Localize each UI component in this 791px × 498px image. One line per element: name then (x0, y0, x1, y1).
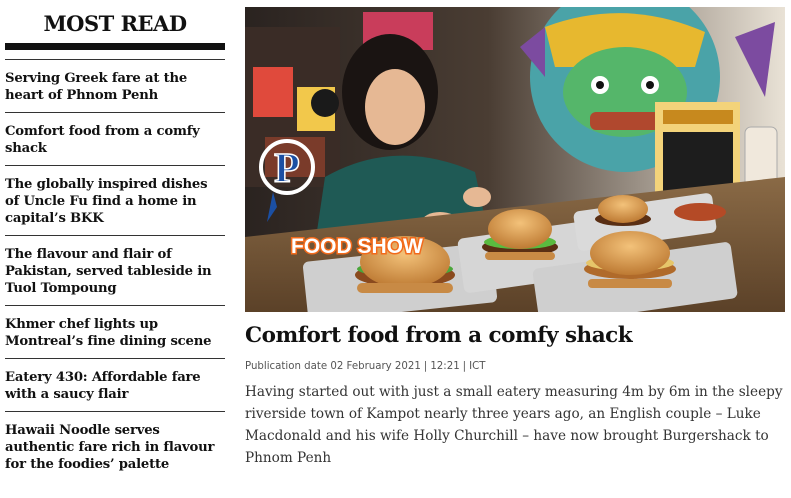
most-read-item[interactable]: The flavour and flair of Pakistan, serve… (5, 235, 225, 305)
most-read-item[interactable]: Khmer chef lights up Montreal’s fine din… (5, 305, 225, 358)
separator: | (423, 361, 428, 372)
featured-article: P FOOD SHOW Comfort food from a comfy sh… (245, 7, 785, 483)
food-show-overlay-text: FOOD SHOW (291, 235, 423, 258)
publication-time: 12:21 (430, 361, 460, 372)
food-photo: P FOOD SHOW (245, 7, 785, 312)
most-read-item[interactable]: Comfort food from a comfy shack (5, 112, 225, 165)
most-read-item[interactable]: Hawaii Noodle serves authentic fare rich… (5, 411, 225, 481)
publication-date: Publication date 02 February 2021 | 12:21 |… (245, 361, 785, 372)
article-headline[interactable]: Comfort food from a comfy shack (245, 322, 785, 350)
sidebar-divider (5, 43, 225, 50)
most-read-item[interactable]: The globally inspired dishes of Uncle Fu… (5, 165, 225, 235)
most-read-item[interactable]: Serving Greek fare at the heart of Phnom… (5, 59, 225, 112)
article-hero-image[interactable]: P FOOD SHOW (245, 7, 785, 312)
most-read-sidebar: MOST READ Serving Greek fare at the hear… (5, 0, 225, 481)
most-read-item[interactable]: Eatery 430: Affordable fare with a saucy… (5, 358, 225, 411)
separator: | (462, 361, 467, 372)
publication-date-label: Publication date 02 February 2021 (245, 361, 421, 372)
most-read-list: Serving Greek fare at the heart of Phnom… (5, 59, 225, 481)
publication-timezone: ICT (469, 361, 486, 372)
svg-text:P: P (274, 146, 300, 192)
sidebar-title: MOST READ (43, 11, 187, 36)
article-summary: Having started out with just a small eat… (245, 384, 783, 466)
